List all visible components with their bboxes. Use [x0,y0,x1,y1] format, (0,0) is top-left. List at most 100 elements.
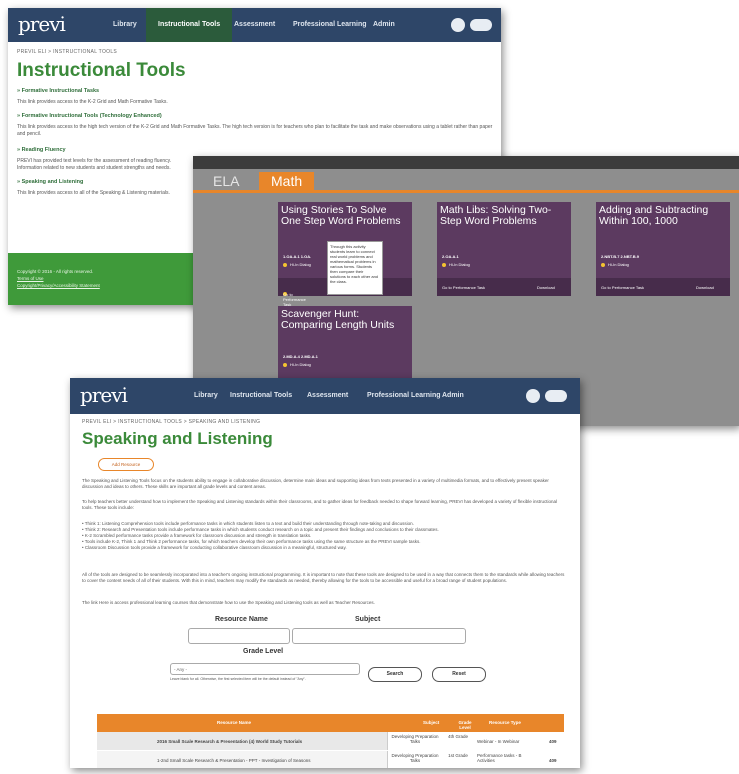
reset-button[interactable]: Reset [432,667,486,682]
download-link[interactable]: Download [537,285,555,290]
go-to-task-link[interactable]: Go to Performance Task [601,285,644,290]
copyright-text: Copyright © 2016 - All rights reserved. [17,269,94,274]
row-subject: Developing Preparation Talks [391,753,439,763]
previ-logo[interactable]: previ [18,12,66,36]
task-card[interactable]: Scavenger Hunt: Comparing Length Units 2… [278,306,412,386]
card-level: Hi-In Dialog [442,262,470,267]
nav-admin[interactable]: Admin [373,8,395,42]
row-grade: 4th Grade [447,734,468,739]
table-row[interactable]: 1-2nd Small Scale Research & Presentatio… [97,751,565,768]
row-type: Webinar - In Webinar [477,739,520,744]
row-count: 409 [549,739,557,744]
row-resource-name[interactable]: 1-2nd Small Scale Research & Presentatio… [157,758,311,763]
previ-logo[interactable]: previ [80,383,128,407]
section-title[interactable]: » Reading Fluency [17,147,66,153]
menu-toggle-icon[interactable] [470,19,492,31]
row-resource-name[interactable]: 2016 Small Scale Research & Presentation… [157,739,302,744]
terms-link[interactable]: Terms of Use [17,276,44,281]
section-text: This link provides access to the high te… [17,124,493,137]
table-row[interactable]: 2016 Small Scale Research & Presentation… [97,732,565,750]
level-dot-icon [283,362,287,367]
grade-level-label: Grade Level [243,648,284,655]
nav-admin[interactable]: Admin [442,378,464,414]
nav-library[interactable]: Library [194,378,218,414]
card-standards: 2.OA.A.1 [442,254,459,259]
tab-math[interactable]: Math [259,172,315,190]
nav-professional-learning[interactable]: Professional Learning [367,378,441,414]
top-bar [193,156,739,169]
menu-toggle-icon[interactable] [545,390,567,402]
user-icon[interactable] [451,18,465,32]
tools-list: • Think 1: Listening Comprehension tools… [82,521,439,550]
intro-paragraph: The Speaking and Listening Tools focus o… [82,478,549,489]
nav-instructional-tools[interactable]: Instructional Tools [230,378,292,414]
card-level: Hi-In Dialog [283,362,311,367]
card-title: Using Stories To Solve One Step Word Pro… [281,204,401,227]
tab-ela[interactable]: ELA [213,172,239,190]
user-icon[interactable] [526,389,540,403]
speaking-listening-screenshot: previ Library Instructional Tools Assess… [70,378,580,768]
add-resource-button[interactable]: Add Resource [98,458,154,471]
nav-assessment[interactable]: Assessment [307,378,348,414]
resource-name-input[interactable] [188,628,290,644]
card-tooltip: Through this activity students learn to … [327,241,383,295]
breadcrumb: PREVIL ELI > INSTRUCTIONAL TOOLS [17,49,118,55]
card-standards: 2.MD.A.4 2.MD.A.1 [283,354,318,359]
col-resource-type[interactable]: Resource Type [489,720,521,725]
table-header: Resource Name Subject Grade Level Resour… [97,714,564,732]
card-footer: Go to Performance Task Download [437,278,571,296]
level-label: Hi-In Dialog [608,262,629,267]
section-text: This link provides access to all of the … [17,190,170,196]
level-dot-icon [442,262,446,267]
nav-library[interactable]: Library [113,8,137,42]
task-card[interactable]: Math Libs: Solving Two-Step Word Problem… [437,202,571,296]
card-title: Adding and Subtracting Within 100, 1000 [599,204,709,227]
grade-hint-text: Leave blank for all. Otherwise, the firs… [170,677,306,681]
go-to-task-label: Go to Performance Task [283,292,306,307]
subject-select[interactable] [292,628,466,644]
col-resource-name[interactable]: Resource Name [217,720,251,725]
privacy-link[interactable]: Copyright/Privacy/Accessibility Statemen… [17,283,100,288]
card-footer: Go to Performance Task Download [596,278,730,296]
intro-paragraph: The link Here is access professional lea… [82,600,375,605]
top-nav: previ Library Instructional Tools Assess… [70,378,580,414]
breadcrumb: PREVIL ELI > INSTRUCTIONAL TOOLS > SPEAK… [82,419,261,425]
page-title: Speaking and Listening [82,429,273,448]
nav-professional-learning[interactable]: Professional Learning [293,8,367,42]
card-title: Math Libs: Solving Two-Step Word Problem… [440,204,552,227]
row-type: Performance tasks - B Activities [477,753,522,763]
col-subject[interactable]: Subject [423,720,439,725]
card-title: Scavenger Hunt: Comparing Length Units [281,308,395,331]
top-nav: previ Library Instructional Tools Assess… [8,8,501,42]
go-to-task-link[interactable]: Go to Performance Task [442,285,485,290]
level-label: Hi-In Dialog [290,362,311,367]
level-dot-icon [283,262,287,267]
tab-underline [193,190,739,193]
intro-paragraph: To help teachers better understand how t… [82,499,558,510]
level-label: Hi-In Dialog [449,262,470,267]
task-card[interactable]: Adding and Subtracting Within 100, 1000 … [596,202,730,296]
grade-level-select[interactable]: - Any - [170,663,360,675]
download-link[interactable]: Download [696,285,714,290]
section-text: PREVI has provided text levels for the a… [17,158,172,171]
row-count: 409 [549,758,557,763]
nav-assessment[interactable]: Assessment [234,8,275,42]
nav-instructional-tools[interactable]: Instructional Tools [146,8,233,42]
subject-label: Subject [355,616,381,623]
page-title: Instructional Tools [17,60,186,81]
row-subject: Developing Preparation Talks [391,734,439,744]
col-grade-level[interactable]: Grade Level [457,720,473,730]
section-text: This link provides access to the K-2 Gri… [17,99,168,105]
section-title[interactable]: » Formative Instructional Tasks [17,88,99,94]
row-grade: 1st Grade [448,753,468,758]
card-standards: 1.OA.A.1 1.OA. [283,254,312,259]
level-label: Hi-In Dialog [290,262,311,267]
section-title[interactable]: » Speaking and Listening [17,179,83,185]
card-level: Hi-In Dialog [601,262,629,267]
card-level: Hi-In Dialog [283,262,311,267]
card-standards: 2.NBT.B.7 2.NBT.B.9 [601,254,640,259]
level-dot-icon [601,262,605,267]
intro-paragraph: All of the tools are designed to be seam… [82,572,565,583]
search-button[interactable]: Search [368,667,422,682]
section-title[interactable]: » Formative Instructional Tools (Technol… [17,113,162,119]
